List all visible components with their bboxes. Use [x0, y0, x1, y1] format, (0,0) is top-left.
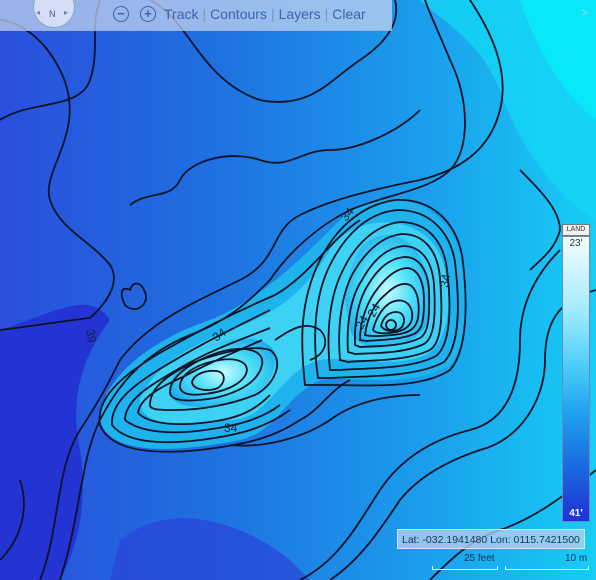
- scale-feet-bar: [432, 566, 498, 570]
- legend-color-bar: [562, 236, 590, 522]
- menu-separator: |: [324, 6, 329, 22]
- pan-left-icon[interactable]: ◂: [36, 8, 40, 17]
- zoom-out-icon[interactable]: −: [113, 6, 129, 22]
- legend-top-value: 23': [569, 238, 583, 249]
- compass-control[interactable]: ◂ N ▸: [32, 0, 76, 30]
- scale-meters-bar: [505, 566, 589, 570]
- panel-expand-button[interactable]: >: [574, 0, 596, 30]
- legend-bottom-value: 41': [569, 508, 583, 519]
- coordinate-readout: Lat: -032.1941480 Lon: 0115.7421500: [397, 529, 585, 549]
- legend-land-label: LAND: [562, 224, 590, 236]
- contours-link[interactable]: Contours: [210, 6, 267, 22]
- scale-meters-label: 10 m: [565, 553, 588, 564]
- contour-label: 39: [83, 328, 99, 344]
- clear-link[interactable]: Clear: [332, 6, 365, 22]
- menu-separator: |: [270, 6, 275, 22]
- scale-feet-label: 25 feet: [464, 553, 495, 564]
- track-link[interactable]: Track: [164, 6, 198, 22]
- zoom-in-icon[interactable]: +: [140, 6, 156, 22]
- contour-label: 34: [224, 421, 238, 435]
- compass-north-label: N: [49, 9, 56, 19]
- depth-legend: LAND 23' 41': [562, 224, 590, 524]
- toolbar-menu: Track | Contours | Layers | Clear: [164, 6, 366, 22]
- contour-label: 34: [437, 273, 453, 289]
- map-toolbar: ◂ N ▸ − + Track | Contours | Layers | Clear: [0, 0, 392, 31]
- pan-right-icon[interactable]: ▸: [64, 8, 68, 17]
- menu-separator: |: [202, 6, 207, 22]
- depth-map[interactable]: 39 34 34 34 34 24 24: [0, 0, 596, 580]
- layers-link[interactable]: Layers: [279, 6, 321, 22]
